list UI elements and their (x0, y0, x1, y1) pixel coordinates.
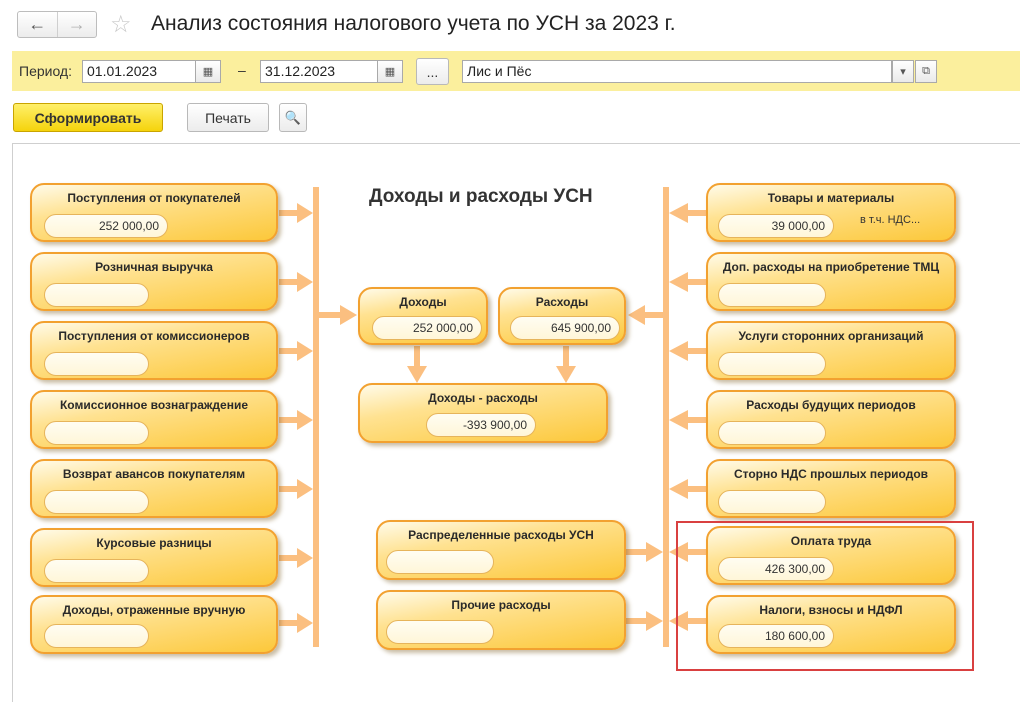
arrow-expense-2 (669, 272, 706, 292)
arrow-income-7 (279, 613, 313, 633)
item-value[interactable] (44, 624, 149, 648)
item-label: Комиссионное вознаграждение (59, 398, 248, 412)
item-label: Розничная выручка (95, 260, 213, 274)
arrow-expenses-down (556, 346, 576, 383)
item-label: Товары и материалы (767, 191, 895, 205)
arrow-to-expenses (628, 305, 663, 325)
other-expenses-value[interactable] (386, 620, 494, 644)
item-value[interactable] (44, 559, 149, 583)
item-value[interactable] (44, 283, 149, 307)
income-item: Поступления от комиссионеров (30, 321, 278, 380)
expense-item: Сторно НДС прошлых периодов (706, 459, 956, 518)
arrow-expense-3 (669, 341, 706, 361)
distributed-expenses-box: Распределенные расходы УСН (376, 520, 626, 580)
difference-box: Доходы - расходы -393 900,00 (358, 383, 608, 443)
income-item: Розничная выручка (30, 252, 278, 311)
item-label: Доп. расходы на приобретение ТМЦ (722, 260, 940, 274)
item-value[interactable]: 39 000,00 (718, 214, 834, 238)
arrow-distributed (626, 542, 663, 562)
expense-item: Доп. расходы на приобретение ТМЦ (706, 252, 956, 311)
expense-item: Услуги сторонних организаций (706, 321, 956, 380)
item-label: Услуги сторонних организаций (738, 329, 924, 343)
income-item: Поступления от покупателей 252 000,00 (30, 183, 278, 242)
income-total-box: Доходы 252 000,00 (358, 287, 488, 345)
arrow-income-5 (279, 479, 313, 499)
expense-item: Расходы будущих периодов (706, 390, 956, 449)
item-value[interactable] (44, 421, 149, 445)
other-expenses-label: Прочие расходы (451, 598, 551, 612)
item-value[interactable] (718, 283, 826, 307)
arrow-to-income (319, 305, 357, 325)
item-label: Расходы будущих периодов (746, 398, 916, 412)
item-value[interactable] (718, 352, 826, 376)
item-label: Возврат авансов покупателям (62, 467, 246, 481)
arrow-income-2 (279, 272, 313, 292)
item-label: Сторно НДС прошлых периодов (733, 467, 929, 481)
item-label: Курсовые разницы (96, 536, 212, 550)
arrow-income-1 (279, 203, 313, 223)
income-item: Возврат авансов покупателям (30, 459, 278, 518)
arrow-income-3 (279, 341, 313, 361)
income-total-value[interactable]: 252 000,00 (372, 316, 482, 340)
item-label: Доходы, отраженные вручную (62, 603, 246, 617)
item-note[interactable]: в т.ч. НДС... (860, 214, 920, 226)
expenses-total-label: Расходы (535, 295, 589, 309)
income-total-label: Доходы (399, 295, 447, 309)
distributed-expenses-value[interactable] (386, 550, 494, 574)
arrow-income-4 (279, 410, 313, 430)
income-item: Комиссионное вознаграждение (30, 390, 278, 449)
item-label: Поступления от покупателей (67, 191, 241, 205)
other-expenses-box: Прочие расходы (376, 590, 626, 650)
item-value[interactable] (718, 421, 826, 445)
arrow-other (626, 611, 663, 631)
highlight-frame (676, 521, 974, 671)
difference-value[interactable]: -393 900,00 (426, 413, 536, 437)
income-item: Курсовые разницы (30, 528, 278, 587)
difference-label: Доходы - расходы (428, 391, 538, 405)
expense-item: Товары и материалы в т.ч. НДС... 39 000,… (706, 183, 956, 242)
distributed-expenses-label: Распределенные расходы УСН (408, 528, 594, 542)
item-value[interactable] (44, 352, 149, 376)
arrow-expense-4 (669, 410, 706, 430)
expenses-total-box: Расходы 645 900,00 (498, 287, 626, 345)
expenses-total-value[interactable]: 645 900,00 (510, 316, 620, 340)
arrow-income-6 (279, 548, 313, 568)
arrow-income-down (407, 346, 427, 383)
item-value[interactable]: 252 000,00 (44, 214, 168, 238)
item-value[interactable] (718, 490, 826, 514)
income-item: Доходы, отраженные вручную (30, 595, 278, 654)
arrow-expense-1 (669, 203, 706, 223)
arrow-expense-5 (669, 479, 706, 499)
item-label: Поступления от комиссионеров (58, 329, 250, 343)
item-value[interactable] (44, 490, 149, 514)
